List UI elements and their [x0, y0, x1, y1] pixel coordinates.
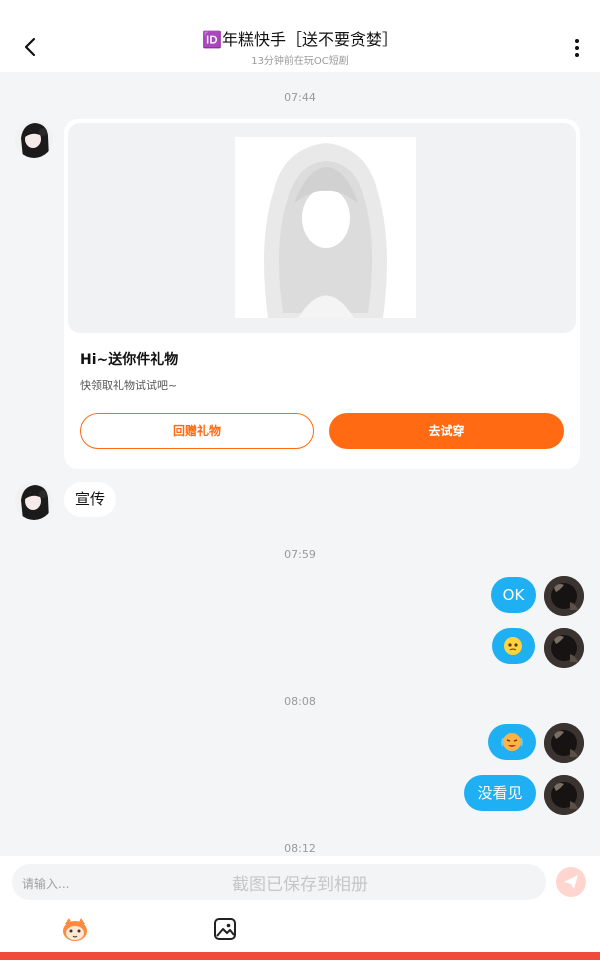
image-picker-icon[interactable]: [213, 917, 237, 941]
timestamp: 07:44: [284, 91, 316, 104]
gift-card[interactable]: Hi~送你件礼物 快领取礼物试试吧~ 回赠礼物 去试穿: [64, 119, 580, 469]
input-placeholder: 请输入...: [22, 877, 70, 891]
timestamp: 08:12: [284, 842, 316, 855]
outgoing-emoji-bubble[interactable]: [492, 628, 535, 664]
emoji-sticker-icon[interactable]: [60, 916, 90, 944]
chat-header: 🆔年糕快手［送不要贪婪］ 13分钟前在玩OC短剧: [0, 0, 600, 72]
sender-avatar[interactable]: [15, 482, 53, 520]
outgoing-emoji-bubble[interactable]: [488, 724, 536, 760]
outgoing-message-bubble[interactable]: OK: [491, 577, 536, 613]
gift-card-title: Hi~送你件礼物: [80, 352, 179, 368]
pleading-face-emoji-icon: [504, 637, 522, 655]
my-avatar[interactable]: [544, 628, 584, 668]
my-avatar[interactable]: [544, 723, 584, 763]
gift-preview-image: [68, 123, 576, 333]
my-avatar[interactable]: [544, 775, 584, 815]
timestamp: 08:08: [284, 695, 316, 708]
bottom-accent-bar: [0, 952, 600, 960]
chat-title: 🆔年糕快手［送不要贪婪］: [202, 30, 398, 49]
return-gift-button[interactable]: 回赠礼物: [80, 413, 314, 449]
back-arrow-icon[interactable]: [20, 36, 42, 58]
chat-title-area[interactable]: 🆔年糕快手［送不要贪婪］ 13分钟前在玩OC短剧: [120, 29, 480, 67]
paper-plane-icon: [564, 875, 578, 889]
more-options-icon[interactable]: [568, 36, 586, 60]
sender-avatar[interactable]: [15, 120, 53, 158]
timestamp: 07:59: [284, 548, 316, 561]
incoming-message-bubble[interactable]: 宣传: [64, 482, 117, 517]
send-button[interactable]: [556, 867, 586, 897]
crying-face-emoji-icon: [501, 733, 523, 751]
try-on-button[interactable]: 去试穿: [329, 413, 564, 449]
composer: 请输入... 截图已保存到相册: [0, 856, 600, 960]
chat-status: 13分钟前在玩OC短剧: [251, 56, 349, 67]
my-avatar[interactable]: [544, 576, 584, 616]
screenshot-saved-toast: 截图已保存到相册: [232, 875, 368, 895]
gift-card-description: 快领取礼物试试吧~: [80, 379, 178, 392]
outgoing-message-bubble[interactable]: 没看见: [464, 775, 536, 811]
